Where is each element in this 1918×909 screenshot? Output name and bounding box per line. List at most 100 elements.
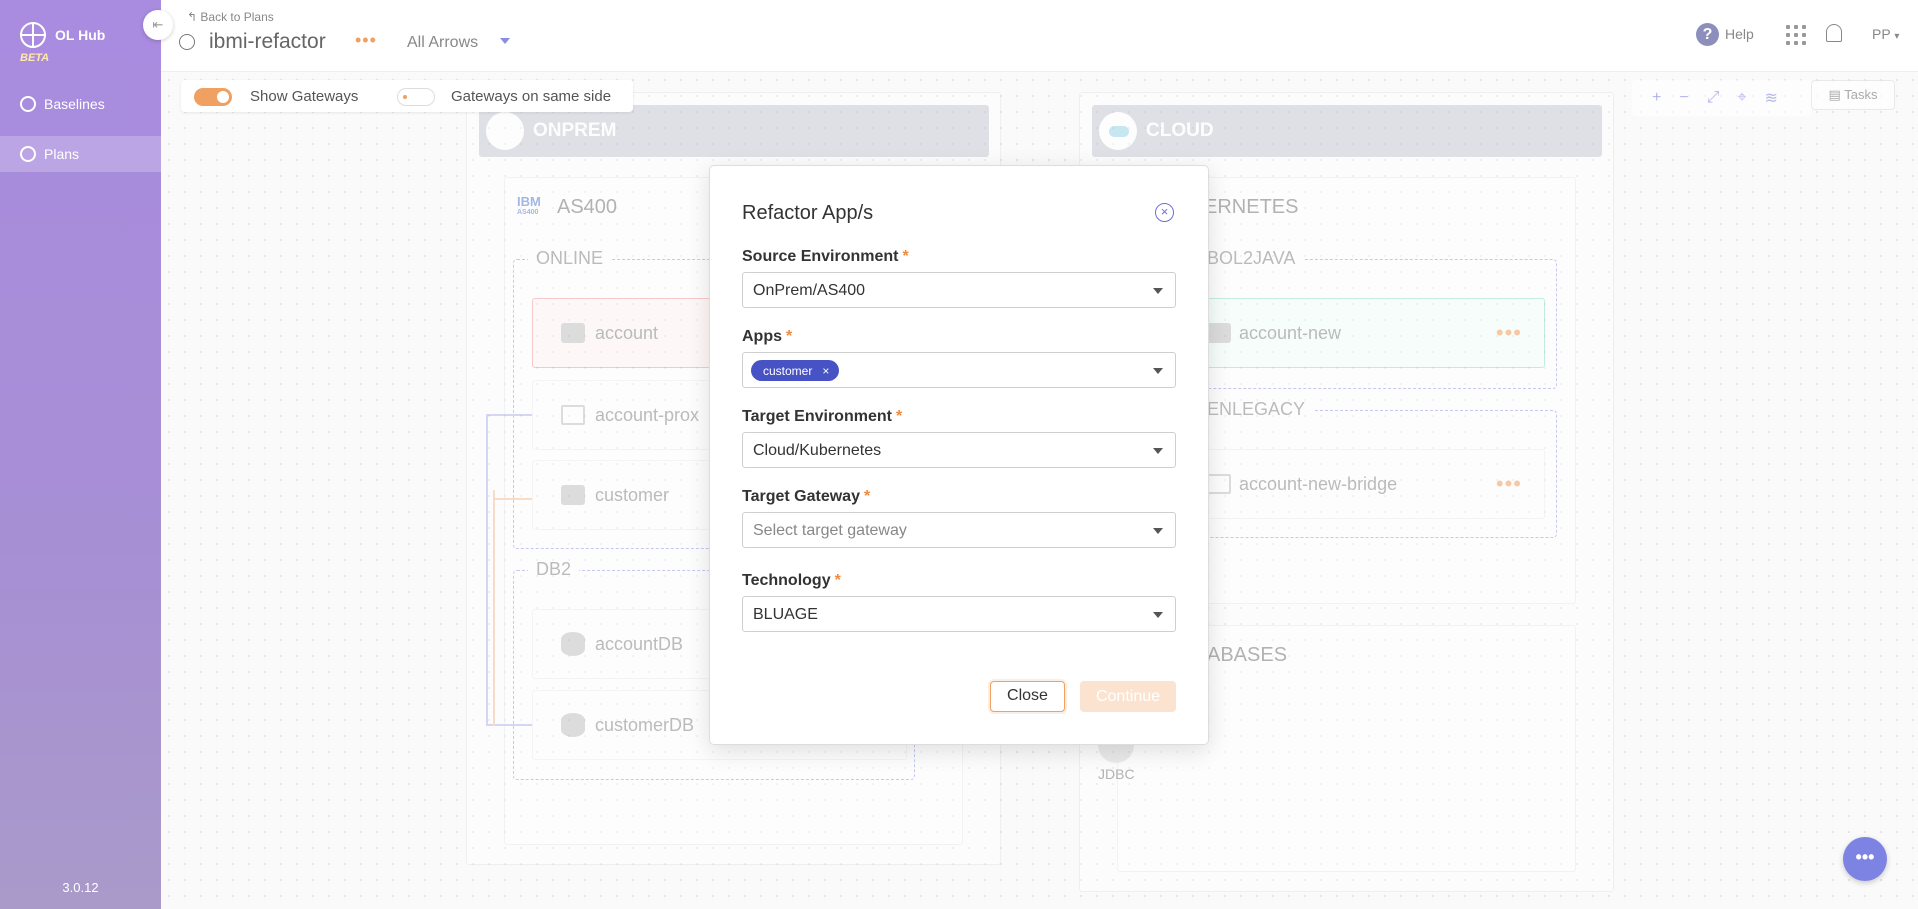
technology-select[interactable]: BLUAGE <box>742 596 1176 632</box>
chevron-down-icon <box>1153 448 1163 454</box>
select-value: Cloud/Kubernetes <box>753 442 882 459</box>
tasks-button[interactable]: ▤ Tasks <box>1811 80 1895 110</box>
chevron-down-icon <box>1153 368 1163 374</box>
sidebar-collapse-button[interactable]: ⇤ <box>143 10 173 40</box>
cloud-label: CLOUD <box>1146 120 1214 141</box>
chevron-down-icon: ▾ <box>1894 31 1900 42</box>
globe-logo-icon <box>20 22 46 48</box>
group-label: BOL2JAVA <box>1199 248 1304 269</box>
beta-badge: BETA <box>20 52 50 64</box>
app-name: account-new <box>1239 322 1342 343</box>
cloud-logo-icon <box>1099 112 1137 150</box>
plan-more-button[interactable]: ••• <box>355 30 377 51</box>
same-side-label: Gateways on same side <box>451 88 612 105</box>
sidebar-item-baselines[interactable]: Baselines <box>0 86 161 122</box>
app-card-account-new-bridge[interactable]: account-new-bridge ••• <box>1190 449 1545 519</box>
cloud-header[interactable]: CLOUD <box>1092 105 1602 157</box>
briefcase-icon <box>561 323 585 343</box>
sidebar-item-plans[interactable]: Plans <box>0 136 161 172</box>
onprem-logo-icon <box>486 112 524 150</box>
plans-icon <box>20 146 36 162</box>
layers-icon[interactable]: ≋ <box>1765 88 1778 108</box>
canvas-tools: + − ⤢ ⌖ ≋ <box>1632 80 1812 116</box>
arrow-filter-select[interactable]: All Arrows <box>407 34 478 52</box>
dialog-title: Refactor App/s <box>742 202 874 224</box>
app-name: accountDB <box>595 633 684 654</box>
bell-icon[interactable] <box>1826 24 1842 42</box>
zoom-in-icon[interactable]: + <box>1652 89 1661 107</box>
connector-line <box>493 498 532 500</box>
group-label: ENLEGACY <box>1199 399 1314 420</box>
platform-title: AS400 <box>557 196 618 218</box>
app-name: customer <box>595 484 670 505</box>
plan-icon <box>179 34 195 50</box>
header: ↰ Back to Plans ibmi-refactor ••• All Ar… <box>161 0 1918 72</box>
source-environment-label: Source Environment * <box>742 248 909 265</box>
refactor-dialog: Refactor App/s × Source Environment * OnP… <box>709 165 1209 745</box>
app-name: account-new-bridge <box>1239 473 1398 494</box>
app-name: account <box>595 322 659 343</box>
same-side-toggle[interactable] <box>397 88 435 106</box>
target-environment-select[interactable]: Cloud/Kubernetes <box>742 432 1176 468</box>
platform-title: ABASES <box>1207 644 1288 666</box>
proxy-icon <box>561 405 585 425</box>
platform-title: ERNETES <box>1204 196 1299 218</box>
select-value: BLUAGE <box>753 606 818 623</box>
chat-fab-button[interactable]: ••• <box>1843 837 1887 881</box>
continue-button[interactable]: Continue <box>1080 681 1176 712</box>
chevron-down-icon <box>1153 288 1163 294</box>
page-title: ibmi-refactor <box>209 30 326 53</box>
technology-label: Technology * <box>742 572 841 589</box>
sidebar: OL Hub BETA Baselines Plans 3.0.12 <box>0 0 161 909</box>
tasks-icon: ▤ <box>1828 87 1841 102</box>
zoom-out-icon[interactable]: − <box>1679 89 1688 107</box>
show-gateways-toggle[interactable] <box>194 88 232 106</box>
help-icon[interactable]: ? <box>1696 23 1719 46</box>
baselines-icon <box>20 96 36 112</box>
target-gateway-select[interactable]: Select target gateway <box>742 512 1176 548</box>
user-menu[interactable]: PP ▾ <box>1872 26 1899 42</box>
card-more-button[interactable]: ••• <box>1496 322 1522 344</box>
select-value: OnPrem/AS400 <box>753 282 866 299</box>
tasks-label: Tasks <box>1844 87 1878 102</box>
back-to-plans-link[interactable]: ↰ Back to Plans <box>187 10 274 24</box>
app-chip: customer × <box>751 360 840 381</box>
help-link[interactable]: Help <box>1725 26 1754 42</box>
group-label: ONLINE <box>528 248 612 269</box>
gateway-toolbar: Show Gateways Gateways on same side <box>181 80 633 112</box>
app-version: 3.0.12 <box>62 880 99 895</box>
fit-view-icon[interactable]: ⤢ <box>1707 89 1720 107</box>
connector-line <box>486 414 488 726</box>
database-icon <box>561 713 585 737</box>
collapse-icon: ⇤ <box>152 17 164 32</box>
chevron-down-icon <box>1153 528 1163 534</box>
select-placeholder: Select target gateway <box>753 522 907 539</box>
onprem-header[interactable]: ONPREM <box>479 105 989 157</box>
remove-chip-icon[interactable]: × <box>822 364 829 378</box>
close-button[interactable]: Close <box>990 681 1065 712</box>
briefcase-icon <box>1207 323 1231 343</box>
sidebar-item-label: Plans <box>44 146 80 162</box>
screenshot-icon[interactable]: ⌖ <box>1738 89 1747 107</box>
apps-multiselect[interactable]: customer × <box>742 352 1176 388</box>
connector-line <box>493 490 495 726</box>
group-label: DB2 <box>528 559 580 580</box>
database-icon <box>561 632 585 656</box>
apps-label: Apps * <box>742 328 793 345</box>
close-icon[interactable]: × <box>1155 203 1174 222</box>
ibm-logo: IBM AS400 <box>517 194 541 216</box>
source-environment-select[interactable]: OnPrem/AS400 <box>742 272 1176 308</box>
app-name: account-prox <box>595 404 700 425</box>
back-arrow-icon: ↰ <box>187 10 198 24</box>
app-name: customerDB <box>595 714 695 735</box>
onprem-label: ONPREM <box>533 120 617 141</box>
show-gateways-label: Show Gateways <box>250 88 359 105</box>
user-initials: PP <box>1872 26 1891 42</box>
target-environment-label: Target Environment * <box>742 408 903 425</box>
card-more-button[interactable]: ••• <box>1496 473 1522 495</box>
connector-line <box>486 414 532 416</box>
app-card-account-new[interactable]: account-new ••• <box>1190 298 1545 368</box>
brand[interactable]: OL Hub <box>20 22 105 48</box>
apps-grid-icon[interactable] <box>1786 25 1806 45</box>
chevron-down-icon[interactable] <box>500 38 510 44</box>
